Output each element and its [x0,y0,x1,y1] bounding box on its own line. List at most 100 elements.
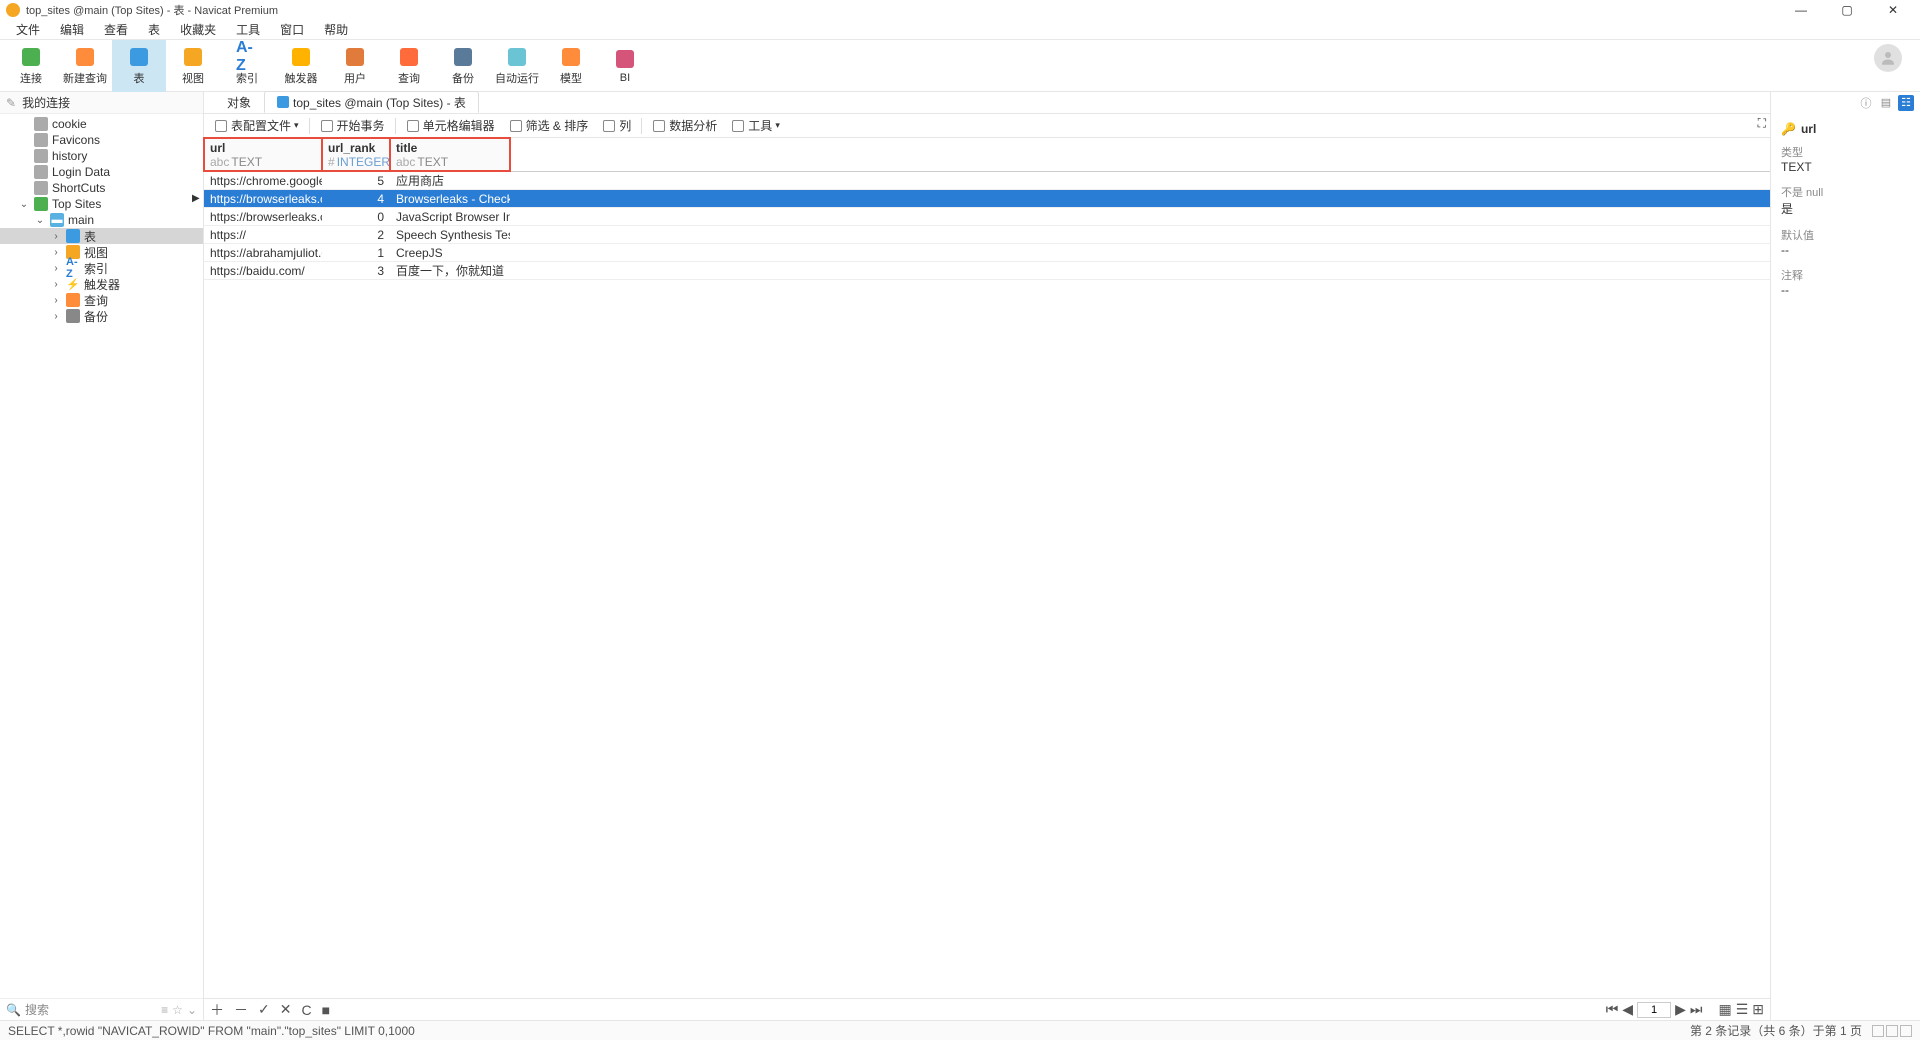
collapse-icon[interactable]: ⌄ [187,1003,197,1017]
first-page-button[interactable]: ⏮ [1606,1001,1619,1018]
last-page-button[interactable]: ⏭ [1690,1001,1703,1018]
tree-item-Top Sites[interactable]: ⌄Top Sites [0,196,203,212]
cell-rank[interactable]: 4 [322,190,390,207]
tree-item-查询[interactable]: ›查询 [0,292,203,308]
cell-rank[interactable]: 2 [322,226,390,243]
menu-工具[interactable]: 工具 [226,21,270,38]
cell-url[interactable]: https://abrahamjuliot.git [204,244,322,261]
toolbar-auto-button[interactable]: 自动运行 [490,40,544,92]
toolbar-query-button[interactable]: 查询 [382,40,436,92]
tree-item-cookie[interactable]: cookie [0,116,203,132]
form-view-icon[interactable]: ☰ [1736,1001,1749,1018]
delete-row-button[interactable]: － [234,1000,248,1020]
expand-icon[interactable]: ⌄ [34,215,46,226]
tree-item-备份[interactable]: ›备份 [0,308,203,324]
tree-item-history[interactable]: history [0,148,203,164]
column-header-url_rank[interactable]: url_rank#INTEGER [322,138,390,171]
menu-表[interactable]: 表 [138,21,170,38]
expand-icon[interactable]: › [50,279,62,290]
subtb-数据分析[interactable]: 数据分析 [648,117,721,134]
menu-文件[interactable]: 文件 [6,21,50,38]
grid-view-icon[interactable]: ▦ [1718,1001,1731,1018]
grid-rows[interactable]: https://chrome.google.c5应用商店▶https://bro… [204,172,1770,280]
search-icon[interactable]: 🔍 [6,1003,21,1017]
ddl-tab-icon[interactable]: ▤ [1878,95,1894,111]
status-icon-2[interactable] [1886,1025,1898,1037]
toolbar-user-button[interactable]: 用户 [328,40,382,92]
prev-page-button[interactable]: ◀ [1622,1001,1633,1018]
cell-rank[interactable]: 0 [322,208,390,225]
expand-icon[interactable]: ⌄ [18,199,30,210]
cell-rank[interactable]: 5 [322,172,390,189]
table-row[interactable]: https://browserleaks.com0JavaScript Brow… [204,208,1770,226]
card-view-icon[interactable]: ⊞ [1752,1001,1764,1018]
cell-title[interactable]: JavaScript Browser Infor [390,208,510,225]
cell-url[interactable]: https://chrome.google.c [204,172,322,189]
cell-url[interactable]: https://browserleaks.com [204,190,322,207]
tree-item-索引[interactable]: ›A-Z索引 [0,260,203,276]
tree-item-Login Data[interactable]: Login Data [0,164,203,180]
filter-lines-icon[interactable]: ≡ [161,1003,168,1017]
cell-title[interactable]: CreepJS [390,244,510,261]
cell-title[interactable]: Browserleaks - Check yo [390,190,510,207]
menu-收藏夹[interactable]: 收藏夹 [170,21,226,38]
table-row[interactable]: https://chrome.google.c5应用商店 [204,172,1770,190]
column-header-url[interactable]: urlabcTEXT [204,138,322,171]
tree-item-视图[interactable]: ›视图 [0,244,203,260]
toolbar-backup-button[interactable]: 备份 [436,40,490,92]
expand-icon[interactable]: › [50,231,62,242]
maximize-button[interactable]: ▢ [1824,0,1870,20]
status-icon-1[interactable] [1872,1025,1884,1037]
cell-title[interactable]: 应用商店 [390,172,510,189]
add-row-button[interactable]: ＋ [210,1000,224,1020]
expand-icon[interactable]: › [50,263,62,274]
menu-编辑[interactable]: 编辑 [50,21,94,38]
cell-rank[interactable]: 1 [322,244,390,261]
close-button[interactable]: ✕ [1870,0,1916,20]
table-row[interactable]: https://baidu.com/3百度一下，你就知道 [204,262,1770,280]
tree-item-触发器[interactable]: ›⚡触发器 [0,276,203,292]
table-row[interactable]: ▶https://browserleaks.com4Browserleaks -… [204,190,1770,208]
connection-tree[interactable]: cookieFaviconshistoryLogin DataShortCuts… [0,114,203,998]
cell-title[interactable]: 百度一下，你就知道 [390,262,510,279]
refresh-button[interactable]: C [301,1002,311,1018]
minimize-button[interactable]: — [1778,0,1824,20]
cell-url[interactable]: https://browserleaks.com [204,208,322,225]
status-icon-3[interactable] [1900,1025,1912,1037]
column-header-title[interactable]: titleabcTEXT [390,138,510,171]
cancel-button[interactable]: ✕ [280,1001,292,1018]
cell-rank[interactable]: 3 [322,262,390,279]
fullscreen-icon[interactable]: ⛶ [1758,116,1766,131]
toolbar-model-button[interactable]: 模型 [544,40,598,92]
commit-button[interactable]: ✓ [258,1001,270,1018]
expand-icon[interactable]: › [50,311,62,322]
subtb-列[interactable]: 列 [598,117,635,134]
menu-帮助[interactable]: 帮助 [314,21,358,38]
toolbar-view-button[interactable]: 视图 [166,40,220,92]
subtb-开始事务[interactable]: 开始事务 [316,117,389,134]
stop-button[interactable]: ■ [322,1002,330,1018]
subtb-筛选 & 排序[interactable]: 筛选 & 排序 [505,117,593,134]
toolbar-connect-button[interactable]: 连接 [4,40,58,92]
subtb-工具[interactable]: 工具▾ [727,117,784,134]
page-input[interactable] [1637,1002,1671,1018]
tree-item-main[interactable]: ⌄▬main [0,212,203,228]
toolbar-bi-button[interactable]: BI [598,40,652,92]
next-page-button[interactable]: ▶ [1675,1001,1686,1018]
detail-tab-icon[interactable]: ☷ [1898,95,1914,111]
cell-url[interactable]: https:// [204,226,322,243]
info-tab-icon[interactable]: ⓘ [1858,95,1874,111]
expand-icon[interactable]: › [50,295,62,306]
cell-url[interactable]: https://baidu.com/ [204,262,322,279]
table-row[interactable]: https:// 2Speech Synthesis Test [204,226,1770,244]
star-icon[interactable]: ☆ [172,1003,183,1017]
data-grid[interactable]: ⛶ urlabcTEXTurl_rank#INTEGERtitleabcTEXT… [204,138,1770,1020]
subtb-单元格编辑器[interactable]: 单元格编辑器 [402,117,499,134]
tab-top_sites @main (Top Sites) - 表[interactable]: top_sites @main (Top Sites) - 表 [264,91,479,113]
user-avatar-icon[interactable] [1874,44,1902,72]
menu-窗口[interactable]: 窗口 [270,21,314,38]
expand-icon[interactable]: › [50,247,62,258]
toolbar-newquery-button[interactable]: 新建查询 [58,40,112,92]
toolbar-index-button[interactable]: A-Z索引 [220,40,274,92]
subtb-表配置文件[interactable]: 表配置文件▾ [210,117,303,134]
